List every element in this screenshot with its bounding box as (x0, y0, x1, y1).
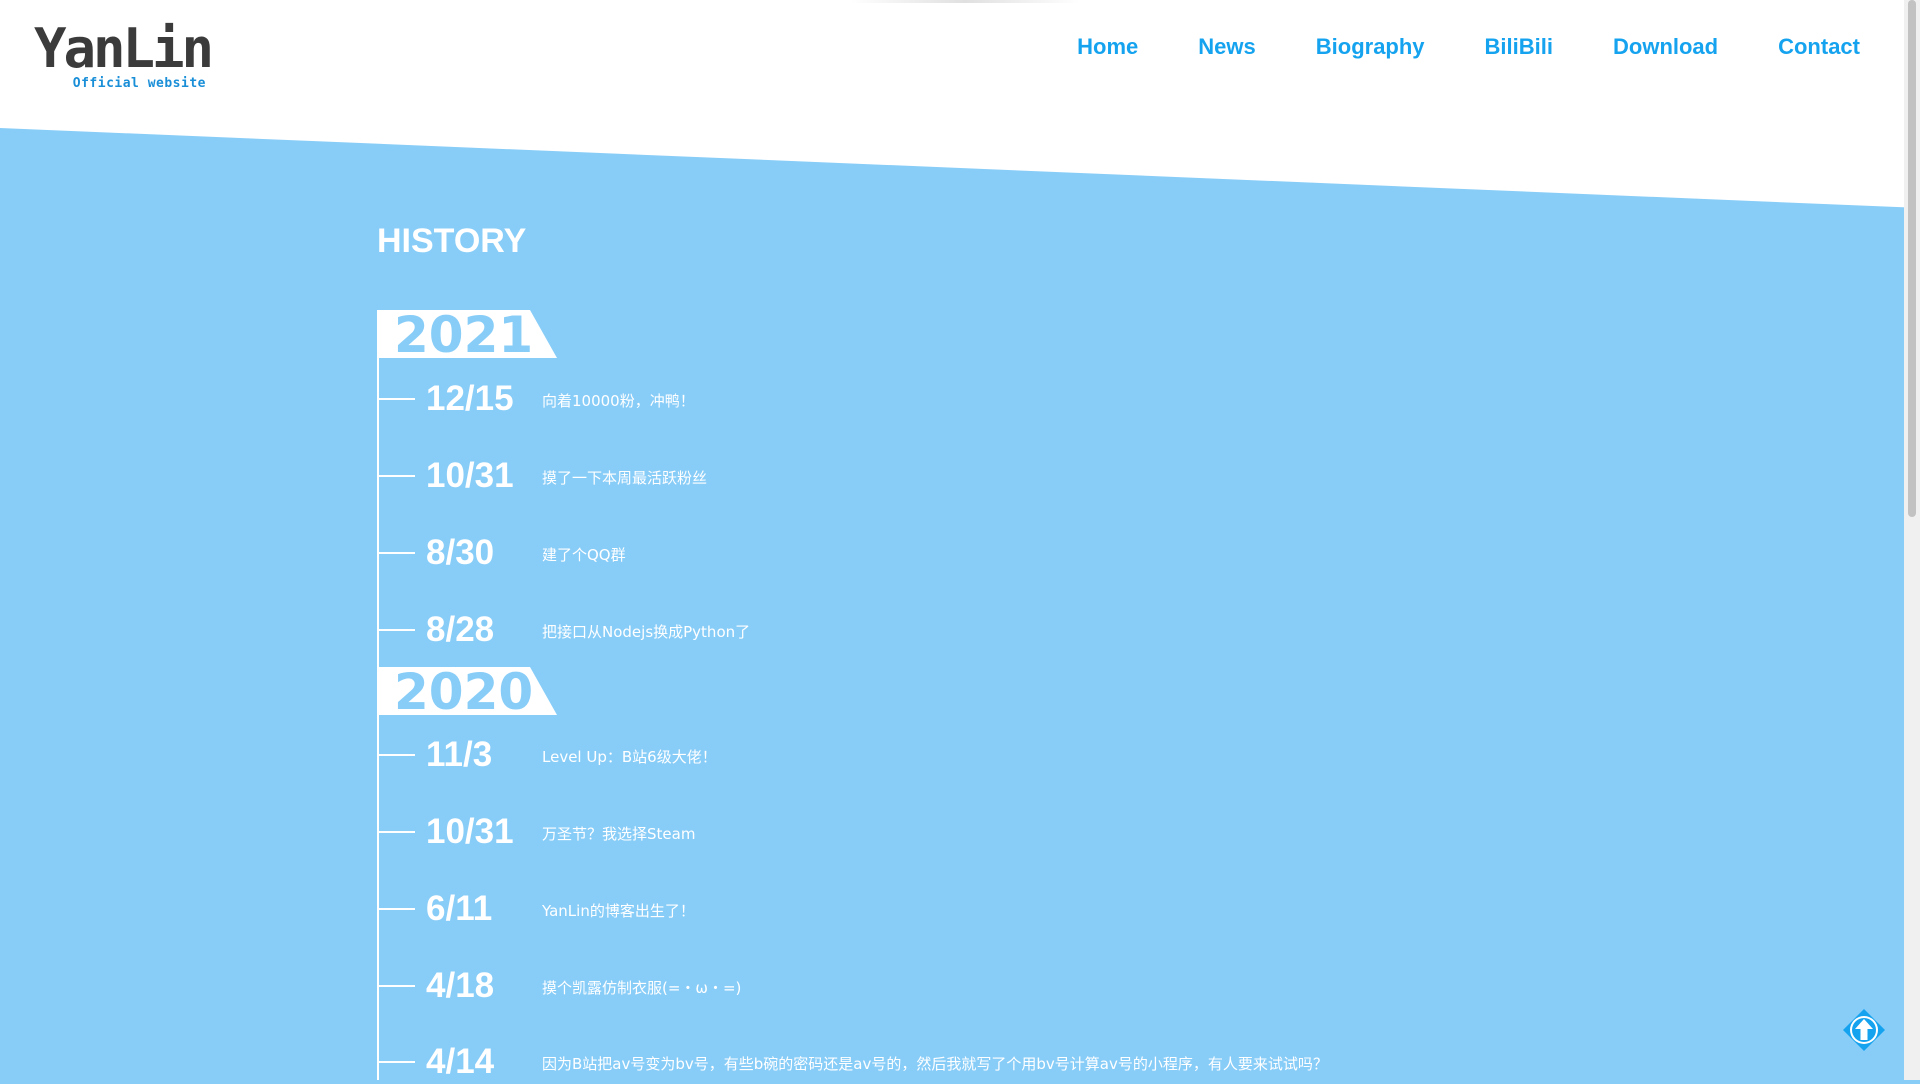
year-label: 2020 (394, 663, 534, 721)
entry-date: 10/31 (426, 812, 514, 851)
logo-wordmark: YanLin (34, 17, 214, 80)
entry-text: 万圣节？我选择Steam (542, 825, 696, 843)
timeline-tick (377, 629, 415, 631)
entry-date: 11/3 (426, 735, 493, 774)
site-logo[interactable]: YanLin Official website (34, 17, 214, 94)
nav-news[interactable]: News (1198, 34, 1255, 60)
page-scrollbar[interactable] (1904, 0, 1920, 1080)
timeline-entry: 10/31 摸了一下本周最活跃粉丝 (377, 454, 1677, 498)
timeline-entry: 6/11 YanLin的博客出生了！ (377, 887, 1677, 931)
timeline-tick (377, 831, 415, 833)
entry-date: 4/18 (426, 966, 495, 1005)
entry-text: 建了个QQ群 (542, 546, 626, 564)
entry-text: YanLin的博客出生了！ (542, 902, 695, 920)
timeline-tick (377, 475, 415, 477)
year-tab-2021: 2021 (377, 310, 557, 358)
nav-home[interactable]: Home (1077, 34, 1138, 60)
timeline-tick (377, 398, 415, 400)
arrow-up-circle-icon (1843, 1009, 1885, 1051)
timeline-entry: 12/15 向着10000粉，冲鸭！ (377, 377, 1677, 421)
timeline-entry: 10/31 万圣节？我选择Steam (377, 810, 1677, 854)
timeline-entry: 11/3 Level Up：B站6级大佬！ (377, 733, 1677, 777)
entry-date: 6/11 (426, 889, 493, 928)
entry-date: 10/31 (426, 456, 514, 495)
entry-text: 因为B站把av号变为bv号，有些b碗的密码还是av号的，然后我就写了个用bv号计… (542, 1055, 1328, 1073)
entry-date: 8/28 (426, 610, 495, 649)
logo-tagline: Official website (72, 76, 206, 91)
timeline-entry: 4/18 摸个凯露仿制衣服(=・ω・=) (377, 964, 1677, 1008)
timeline-entry: 4/14 因为B站把av号变为bv号，有些b碗的密码还是av号的，然后我就写了个… (377, 1040, 1677, 1084)
timeline-entry: 8/28 把接口从Nodejs换成Python了 (377, 608, 1677, 652)
entry-text: 向着10000粉，冲鸭！ (542, 392, 695, 410)
scrollbar-thumb[interactable] (1908, 0, 1916, 517)
timeline-tick (377, 552, 415, 554)
nav-bilibili[interactable]: BiliBili (1485, 34, 1553, 60)
timeline-tick (377, 908, 415, 910)
entry-text: 摸了一下本周最活跃粉丝 (542, 469, 708, 487)
entry-text: 把接口从Nodejs换成Python了 (542, 623, 751, 641)
top-shadow (850, 0, 1080, 3)
year-label: 2021 (394, 306, 534, 364)
main-nav: Home News Biography BiliBili Download Co… (1077, 34, 1860, 60)
history-heading: HISTORY (377, 222, 527, 260)
nav-download[interactable]: Download (1613, 34, 1718, 60)
timeline-tick (377, 1061, 415, 1063)
entry-text: 摸个凯露仿制衣服(=・ω・=) (542, 979, 742, 997)
nav-contact[interactable]: Contact (1778, 34, 1860, 60)
nav-biography[interactable]: Biography (1316, 34, 1425, 60)
entry-date: 4/14 (426, 1042, 495, 1081)
entry-date: 12/15 (426, 379, 514, 418)
timeline-entry: 8/30 建了个QQ群 (377, 531, 1677, 575)
entry-text: Level Up：B站6级大佬！ (542, 748, 717, 766)
timeline-tick (377, 985, 415, 987)
timeline-tick (377, 754, 415, 756)
year-tab-2020: 2020 (377, 667, 557, 715)
entry-date: 8/30 (426, 533, 495, 572)
scroll-top-button[interactable] (1842, 1008, 1886, 1052)
